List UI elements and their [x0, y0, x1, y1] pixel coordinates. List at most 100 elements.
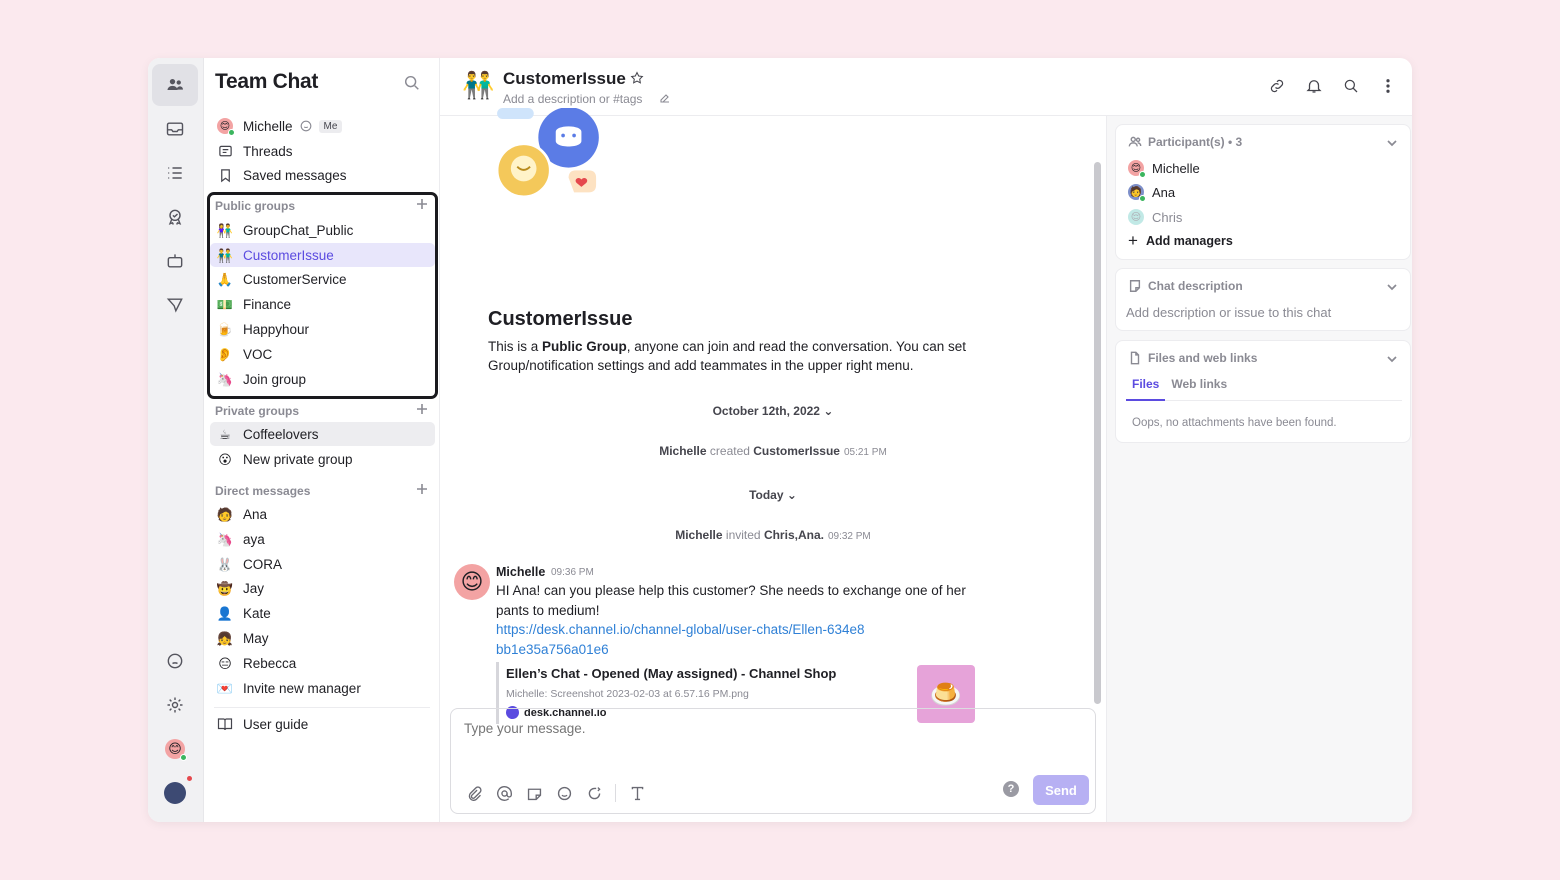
group-emoji-icon: 🙏	[216, 271, 234, 287]
avatar: 👤	[216, 605, 234, 621]
sidebar-item-label: Kate	[243, 605, 271, 621]
my-avatar[interactable]: 😊	[152, 728, 198, 770]
note-icon	[1129, 280, 1141, 292]
group-emoji-icon: ☕	[219, 426, 231, 442]
empty-files-message: Oops, no attachments have been found.	[1132, 417, 1337, 429]
app-window: 😊 Team Chat 😊 Michelle Me Threads Saved …	[148, 58, 1412, 822]
bot-icon[interactable]	[152, 240, 198, 282]
add-private-group-icon[interactable]	[416, 403, 428, 415]
chevron-down-icon: ⌄	[786, 488, 797, 502]
file-icon	[1130, 351, 1140, 365]
star-icon[interactable]	[630, 71, 644, 85]
sidebar-item-dm-rebecca[interactable]: 😑 Rebecca	[210, 651, 435, 675]
edit-icon[interactable]	[659, 92, 671, 104]
toolbar-divider	[615, 784, 616, 802]
search-icon[interactable]	[403, 74, 423, 94]
sidebar-item-label: Coffeelovers	[243, 426, 319, 442]
bookmark-icon	[216, 166, 234, 184]
feedback-icon[interactable]	[152, 640, 198, 682]
attach-icon[interactable]	[465, 784, 483, 802]
sidebar-item-dm-aya[interactable]: 🦄 aya	[210, 527, 435, 551]
link-icon[interactable]	[1267, 76, 1287, 96]
intro-text: This is a Public Group, anyone can join …	[488, 339, 967, 373]
avatar: 🧑	[216, 506, 234, 522]
message-input[interactable]	[464, 721, 964, 736]
search-icon[interactable]	[1341, 76, 1361, 96]
status-icon[interactable]	[299, 119, 313, 133]
chevron-down-icon[interactable]	[1386, 137, 1398, 149]
sidebar-item-dm-may[interactable]: 👧 May	[210, 626, 435, 650]
sidebar-item-invite-manager[interactable]: 💌 Invite new manager	[210, 676, 435, 700]
sidebar-item-me[interactable]: 😊 Michelle Me	[210, 114, 435, 138]
participant-row[interactable]: 😊 Michelle	[1128, 160, 1200, 178]
sidebar-item-coffeelovers[interactable]: ☕ Coffeelovers	[210, 422, 435, 446]
sidebar-item-happyhour[interactable]: 🍺 Happyhour	[210, 317, 435, 341]
sidebar-item-finance[interactable]: 💵 Finance	[210, 292, 435, 316]
sidebar-item-label: Ana	[243, 506, 268, 522]
help-icon[interactable]: ?	[1003, 781, 1019, 797]
tab-web-links[interactable]: Web links	[1165, 377, 1233, 401]
chevron-down-icon[interactable]	[1386, 281, 1398, 293]
avatar: 🦄	[216, 531, 234, 547]
participants-header[interactable]: Participant(s) • 3	[1128, 135, 1242, 149]
send-button[interactable]: Send	[1033, 775, 1089, 805]
sidebar-item-dm-cora[interactable]: 🐰 CORA	[210, 552, 435, 576]
campaign-icon[interactable]	[152, 284, 198, 326]
files-card: Files and web links Files Web links Oops…	[1115, 340, 1411, 443]
sidebar: Team Chat 😊 Michelle Me Threads Saved me…	[204, 58, 440, 822]
participant-row[interactable]: 🧑 Ana	[1128, 184, 1175, 202]
sidebar-item-dm-ana[interactable]: 🧑 Ana	[210, 502, 435, 526]
date-separator[interactable]: Today ⌄	[440, 488, 1106, 502]
avatar[interactable]: 😊	[454, 564, 490, 600]
sidebar-item-label: Rebecca	[243, 655, 297, 671]
chat-scrollbar[interactable]	[1094, 162, 1101, 704]
badge-check-icon[interactable]	[152, 196, 198, 238]
participant-row[interactable]: 😌 Chris	[1128, 209, 1182, 225]
status-update-icon[interactable]	[585, 784, 603, 802]
sidebar-item-label: CustomerService	[243, 271, 347, 287]
mention-icon[interactable]	[495, 784, 513, 802]
settings-gear-icon[interactable]	[152, 684, 198, 726]
group-emoji-icon: 👬	[216, 247, 234, 263]
sidebar-item-voc[interactable]: 👂 VOC	[210, 342, 435, 366]
workspace-avatar[interactable]	[152, 772, 198, 814]
template-icon[interactable]	[525, 784, 543, 802]
message-link[interactable]: https://desk.channel.io/channel-global/u…	[496, 620, 866, 659]
more-options-icon[interactable]	[1378, 76, 1398, 96]
group-emoji-icon: 🍺	[216, 321, 234, 337]
group-illustration	[495, 108, 599, 199]
sidebar-item-dm-jay[interactable]: 🤠 Jay	[210, 576, 435, 600]
avatar: 🐰	[216, 556, 234, 572]
add-public-group-icon[interactable]	[416, 198, 428, 210]
chevron-down-icon[interactable]	[1386, 353, 1398, 365]
sidebar-item-groupchat-public[interactable]: 👫 GroupChat_Public	[210, 218, 435, 242]
chat-description-prompt[interactable]: Add a description or #tags	[503, 92, 642, 106]
list-icon[interactable]	[152, 152, 198, 194]
description-input[interactable]: Add description or issue to this chat	[1126, 305, 1331, 320]
files-header[interactable]: Files and web links	[1128, 351, 1257, 365]
tab-files[interactable]: Files	[1126, 377, 1166, 401]
right-panel: Participant(s) • 3 😊 Michelle 🧑 Ana 😌 Ch…	[1106, 116, 1412, 822]
sidebar-item-new-private-group[interactable]: 😮 New private group	[210, 447, 435, 471]
sidebar-item-join-group[interactable]: 🦄 Join group	[210, 367, 435, 391]
add-direct-message-icon[interactable]	[416, 483, 428, 495]
sidebar-item-saved[interactable]: Saved messages	[210, 163, 435, 187]
description-header[interactable]: Chat description	[1128, 279, 1243, 293]
sidebar-item-threads[interactable]: Threads	[210, 139, 435, 163]
sidebar-item-user-guide[interactable]: User guide	[210, 712, 435, 736]
inbox-icon[interactable]	[152, 108, 198, 150]
bell-icon[interactable]	[1304, 76, 1324, 96]
message-author[interactable]: Michelle	[496, 565, 545, 579]
date-separator[interactable]: October 12th, 2022 ⌄	[440, 404, 1106, 418]
sidebar-item-label: GroupChat_Public	[243, 222, 354, 238]
text-format-icon[interactable]	[628, 784, 646, 802]
sidebar-item-label: Join group	[243, 371, 307, 387]
add-managers-button[interactable]: + Add managers	[1128, 232, 1233, 249]
team-chat-icon[interactable]	[152, 64, 198, 106]
emoji-icon[interactable]	[555, 784, 573, 802]
sidebar-item-dm-kate[interactable]: 👤 Kate	[210, 601, 435, 625]
nav-rail: 😊	[148, 58, 204, 822]
sidebar-item-customerissue[interactable]: 👬 CustomerIssue	[210, 243, 435, 267]
sidebar-item-customerservice[interactable]: 🙏 CustomerService	[210, 267, 435, 291]
description-card: Chat description Add description or issu…	[1115, 268, 1411, 331]
